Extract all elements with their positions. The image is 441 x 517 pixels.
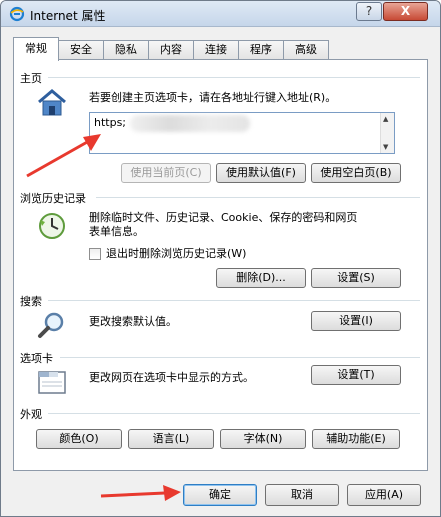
homepage-divider: [48, 77, 420, 78]
search-description: 更改搜索默认值。: [89, 315, 177, 328]
magnifier-icon: [38, 312, 64, 338]
use-current-page-button[interactable]: 使用当前页(C): [121, 163, 211, 183]
history-description-line2: 表单信息。: [89, 225, 144, 238]
internet-options-dialog: Internet 属性 ? X 常规 安全 隐私 内容 连接 程序 高级 主页 …: [0, 0, 441, 517]
delete-history-on-exit-checkbox[interactable]: [89, 248, 101, 260]
history-divider: [96, 197, 420, 198]
appearance-section-label: 外观: [20, 408, 42, 421]
search-divider: [48, 300, 420, 301]
languages-button[interactable]: 语言(L): [128, 429, 214, 449]
close-button[interactable]: X: [383, 2, 428, 21]
use-blank-button[interactable]: 使用空白页(B): [311, 163, 401, 183]
tabs-settings-button[interactable]: 设置(T): [311, 365, 401, 385]
tabs-description: 更改网页在选项卡中显示的方式。: [89, 371, 254, 384]
tab-advanced[interactable]: 高级: [283, 40, 329, 60]
tabs-window-icon: [38, 371, 66, 394]
apply-button[interactable]: 应用(A): [347, 484, 421, 506]
window-title: Internet 属性: [30, 9, 106, 23]
accessibility-button[interactable]: 辅助功能(E): [312, 429, 400, 449]
tab-general[interactable]: 常规: [13, 37, 59, 61]
cancel-button[interactable]: 取消: [265, 484, 339, 506]
appearance-divider: [48, 413, 420, 414]
colors-button[interactable]: 颜色(O): [36, 429, 122, 449]
homepage-scrollbar[interactable]: ▲ ▼: [380, 113, 394, 153]
title-bar[interactable]: Internet 属性 ? X: [1, 1, 440, 27]
tab-security[interactable]: 安全: [58, 40, 104, 60]
history-section-label: 浏览历史记录: [20, 192, 86, 205]
homepage-section-label: 主页: [20, 72, 42, 85]
help-button[interactable]: ?: [356, 2, 382, 21]
scroll-up-icon[interactable]: ▲: [383, 115, 388, 123]
homepage-description: 若要创建主页选项卡，请在各地址行键入地址(R)。: [89, 91, 337, 104]
tabs-section-label: 选项卡: [20, 352, 53, 365]
general-tab-panel: 主页 若要创建主页选项卡，请在各地址行键入地址(R)。 https; ▲ ▼ 使…: [13, 59, 428, 471]
use-default-button[interactable]: 使用默认值(F): [216, 163, 306, 183]
redacted-url-blur: [130, 115, 250, 132]
tab-connections[interactable]: 连接: [193, 40, 239, 60]
fonts-button[interactable]: 字体(N): [220, 429, 306, 449]
homepage-address-input[interactable]: https; ▲ ▼: [89, 112, 395, 154]
tabs-divider: [60, 357, 420, 358]
search-section-label: 搜索: [20, 295, 42, 308]
house-icon: [38, 89, 66, 116]
scroll-down-icon[interactable]: ▼: [383, 143, 388, 151]
homepage-url-value: https;: [94, 116, 127, 129]
tab-content[interactable]: 内容: [148, 40, 194, 60]
delete-history-button[interactable]: 删除(D)...: [216, 268, 306, 288]
history-description-line1: 删除临时文件、历史记录、Cookie、保存的密码和网页: [89, 211, 358, 224]
ok-button[interactable]: 确定: [183, 484, 257, 506]
delete-history-on-exit-label[interactable]: 退出时删除浏览历史记录(W): [106, 246, 246, 261]
tab-privacy[interactable]: 隐私: [103, 40, 149, 60]
history-clock-icon: [39, 213, 65, 239]
tab-programs[interactable]: 程序: [238, 40, 284, 60]
history-settings-button[interactable]: 设置(S): [311, 268, 401, 288]
internet-explorer-icon: [9, 6, 25, 22]
search-settings-button[interactable]: 设置(I): [311, 311, 401, 331]
annotation-arrow-ok: [100, 485, 181, 501]
